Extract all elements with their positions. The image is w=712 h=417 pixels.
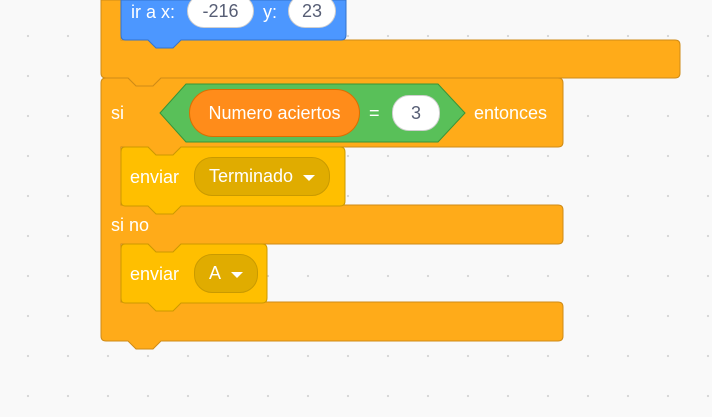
then-label: entonces <box>474 103 548 123</box>
dropdown-caret-icon <box>303 174 316 181</box>
broadcast-message-dropdown[interactable]: A <box>194 254 259 293</box>
script-blocks-canvas <box>100 0 681 350</box>
y-value-input[interactable]: 23 <box>288 0 336 28</box>
x-value-input[interactable]: -216 <box>187 0 254 28</box>
broadcast-label: enviar <box>130 167 180 187</box>
broadcast-message-text: A <box>209 263 222 283</box>
y-label: y: <box>263 2 278 22</box>
else-label: si no <box>111 215 150 235</box>
go-to-xy-label: ir a x: <box>131 2 176 22</box>
if-label: si <box>111 103 124 123</box>
broadcast-message-text: Terminado <box>209 166 294 186</box>
broadcast-message-dropdown[interactable]: Terminado <box>194 157 331 196</box>
dropdown-caret-icon <box>231 271 244 278</box>
broadcast-label: enviar <box>130 264 180 284</box>
equals-sign: = <box>369 103 380 123</box>
variable-reporter-numero-aciertos[interactable]: Numero aciertos <box>189 89 360 137</box>
compare-value-input[interactable]: 3 <box>392 95 440 131</box>
